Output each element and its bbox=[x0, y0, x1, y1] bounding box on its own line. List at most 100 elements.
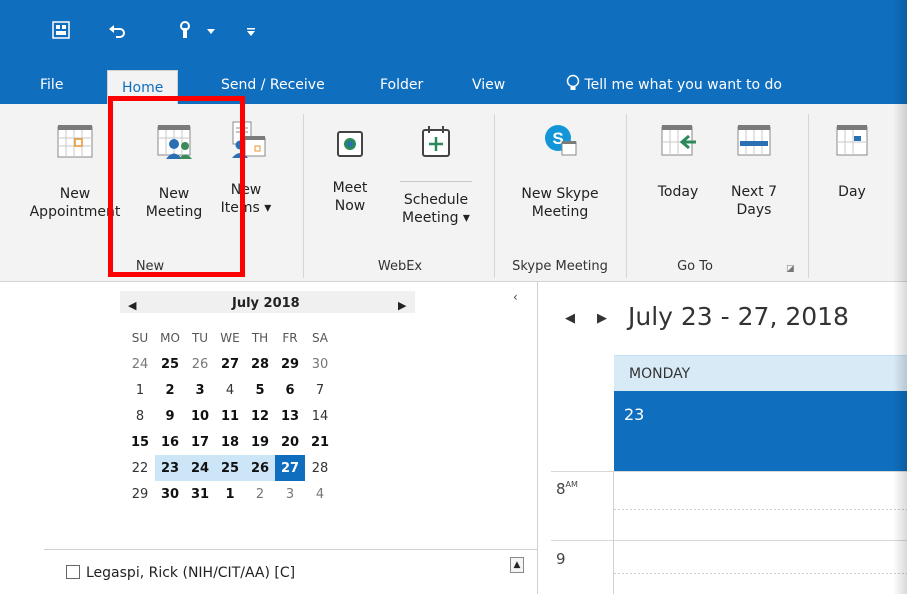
time-slot-9am[interactable] bbox=[614, 541, 907, 594]
touch-mode-icon[interactable] bbox=[176, 20, 196, 40]
previous-week-icon[interactable]: ◀ bbox=[565, 311, 575, 326]
weekday-header-row: SU MO TU WE TH FR SA bbox=[125, 325, 335, 351]
mini-calendar-day[interactable]: 25 bbox=[155, 351, 185, 377]
mini-calendar-day[interactable]: 4 bbox=[305, 481, 335, 507]
mini-calendar-day[interactable]: 9 bbox=[155, 403, 185, 429]
mini-calendar-day[interactable]: 28 bbox=[305, 455, 335, 481]
mini-calendar-day[interactable]: 31 bbox=[185, 481, 215, 507]
day-all-day-area[interactable]: 23 bbox=[614, 391, 907, 471]
mini-calendar-day[interactable]: 6 bbox=[275, 377, 305, 403]
mini-calendar-day[interactable]: 12 bbox=[245, 403, 275, 429]
meet-now-label-1: Meet bbox=[332, 180, 368, 196]
lightbulb-icon bbox=[566, 74, 580, 90]
mini-calendar-day[interactable]: 29 bbox=[275, 351, 305, 377]
mini-calendar-day[interactable]: 1 bbox=[215, 481, 245, 507]
today-button[interactable]: Today bbox=[648, 124, 708, 201]
go-to-dialog-launcher-icon[interactable]: ◪ bbox=[786, 264, 795, 274]
new-meeting-highlight-annotation bbox=[108, 96, 245, 277]
hour-label-9: 9 bbox=[556, 550, 566, 568]
mini-calendar-day[interactable]: 27 bbox=[215, 351, 245, 377]
outlook-save-icon[interactable] bbox=[52, 21, 70, 39]
customize-qat-icon[interactable] bbox=[246, 27, 256, 37]
next-7-days-icon bbox=[737, 125, 771, 156]
mini-calendar-day[interactable]: 24 bbox=[185, 455, 215, 481]
mini-calendar-day[interactable]: 4 bbox=[215, 377, 245, 403]
calendar-folder-item[interactable]: Legaspi, Rick (NIH/CIT/AA) [C] bbox=[66, 565, 295, 581]
mini-calendar-day[interactable]: 17 bbox=[185, 429, 215, 455]
schedule-meeting-label-1: Schedule bbox=[403, 192, 469, 208]
mini-calendar-day[interactable]: 10 bbox=[185, 403, 215, 429]
mini-calendar-day[interactable]: 26 bbox=[185, 351, 215, 377]
schedule-meeting-label-2: Meeting ▾ bbox=[402, 210, 470, 226]
new-skype-meeting-button[interactable]: S New Skype Meeting bbox=[510, 122, 610, 221]
ribbon-separator bbox=[303, 114, 304, 278]
collapse-pane-icon[interactable]: ‹ bbox=[513, 290, 518, 304]
meet-now-button[interactable]: Meet Now bbox=[322, 128, 378, 215]
mini-calendar-day[interactable]: 28 bbox=[245, 351, 275, 377]
mini-calendar-week: 15 16 17 18 19 20 21 bbox=[125, 429, 335, 455]
tab-view[interactable]: View bbox=[472, 68, 505, 102]
mini-calendar-day[interactable]: 5 bbox=[245, 377, 275, 403]
mini-calendar-day[interactable]: 2 bbox=[155, 377, 185, 403]
calendar-checkbox[interactable] bbox=[66, 565, 80, 579]
mini-calendar-day[interactable]: 15 bbox=[125, 429, 155, 455]
mini-calendar-grid: SU MO TU WE TH FR SA 24 25 26 27 28 29 3… bbox=[125, 325, 335, 507]
day-view-label: Day bbox=[838, 184, 866, 200]
today-calendar-icon bbox=[661, 125, 696, 156]
mini-calendar-day[interactable]: 22 bbox=[125, 455, 155, 481]
ribbon-separator bbox=[808, 114, 809, 278]
mini-calendar-day[interactable]: 19 bbox=[245, 429, 275, 455]
mini-calendar-day[interactable]: 18 bbox=[215, 429, 245, 455]
day-view-button[interactable]: Day bbox=[824, 124, 880, 201]
mini-calendar-day[interactable]: 14 bbox=[305, 403, 335, 429]
skype-meeting-icon: S bbox=[545, 125, 577, 156]
mini-calendar-day[interactable]: 8 bbox=[125, 403, 155, 429]
mini-calendar-day[interactable]: 20 bbox=[275, 429, 305, 455]
mini-calendar-day[interactable]: 24 bbox=[125, 351, 155, 377]
weekday-label: SA bbox=[311, 331, 329, 345]
calendar-folder-label: Legaspi, Rick (NIH/CIT/AA) [C] bbox=[86, 565, 296, 581]
mini-calendar-today[interactable]: 27 bbox=[275, 455, 305, 481]
mini-calendar-day[interactable]: 30 bbox=[305, 351, 335, 377]
next-7-days-button[interactable]: Next 7 Days bbox=[722, 124, 786, 219]
next-week-icon[interactable]: ▶ bbox=[597, 311, 607, 326]
new-skype-meeting-label-1: New Skype bbox=[521, 186, 599, 202]
ribbon-separator bbox=[626, 114, 627, 278]
mini-calendar-week: 24 25 26 27 28 29 30 bbox=[125, 351, 335, 377]
mini-calendar-day[interactable]: 21 bbox=[305, 429, 335, 455]
mini-calendar-day[interactable]: 30 bbox=[155, 481, 185, 507]
mini-calendar-day[interactable]: 13 bbox=[275, 403, 305, 429]
mini-calendar-day[interactable]: 3 bbox=[275, 481, 305, 507]
mini-calendar-prev-icon[interactable]: ◀ bbox=[128, 299, 136, 312]
weekday-label: TH bbox=[251, 331, 269, 345]
mini-calendar-day[interactable]: 3 bbox=[185, 377, 215, 403]
time-slot-8am[interactable] bbox=[614, 472, 907, 540]
mini-calendar-month: July 2018 bbox=[232, 296, 300, 311]
tell-me-search[interactable]: Tell me what you want to do bbox=[566, 68, 782, 102]
scroll-up-icon[interactable]: ▲ bbox=[510, 557, 524, 573]
ribbon-separator bbox=[494, 114, 495, 278]
mini-calendar-day[interactable]: 11 bbox=[215, 403, 245, 429]
mini-calendar-day[interactable]: 23 bbox=[155, 455, 185, 481]
day-column-header[interactable]: MONDAY bbox=[614, 355, 907, 391]
mini-calendar-day[interactable]: 2 bbox=[245, 481, 275, 507]
mini-calendar-day[interactable]: 25 bbox=[215, 455, 245, 481]
mini-calendar-day[interactable]: 16 bbox=[155, 429, 185, 455]
undo-icon[interactable] bbox=[108, 23, 126, 39]
today-label: Today bbox=[657, 184, 699, 200]
day-view-icon bbox=[836, 125, 868, 156]
pane-divider bbox=[44, 549, 537, 550]
schedule-meeting-button[interactable]: Schedule Meeting ▾ bbox=[394, 124, 478, 227]
mini-calendar-day[interactable]: 29 bbox=[125, 481, 155, 507]
tab-folder[interactable]: Folder bbox=[380, 68, 423, 102]
mini-calendar-next-icon[interactable]: ▶ bbox=[398, 299, 406, 312]
weekday-label: FR bbox=[282, 331, 298, 345]
new-skype-meeting-label-2: Meeting bbox=[531, 204, 589, 220]
touch-mode-dropdown-icon[interactable] bbox=[206, 28, 216, 36]
mini-calendar-day[interactable]: 7 bbox=[305, 377, 335, 403]
mini-calendar-day[interactable]: 1 bbox=[125, 377, 155, 403]
tab-file[interactable]: File bbox=[40, 68, 63, 102]
hour-label-8am: 8AM bbox=[556, 480, 578, 498]
mini-calendar-day[interactable]: 26 bbox=[245, 455, 275, 481]
weekday-label: TU bbox=[191, 331, 209, 345]
